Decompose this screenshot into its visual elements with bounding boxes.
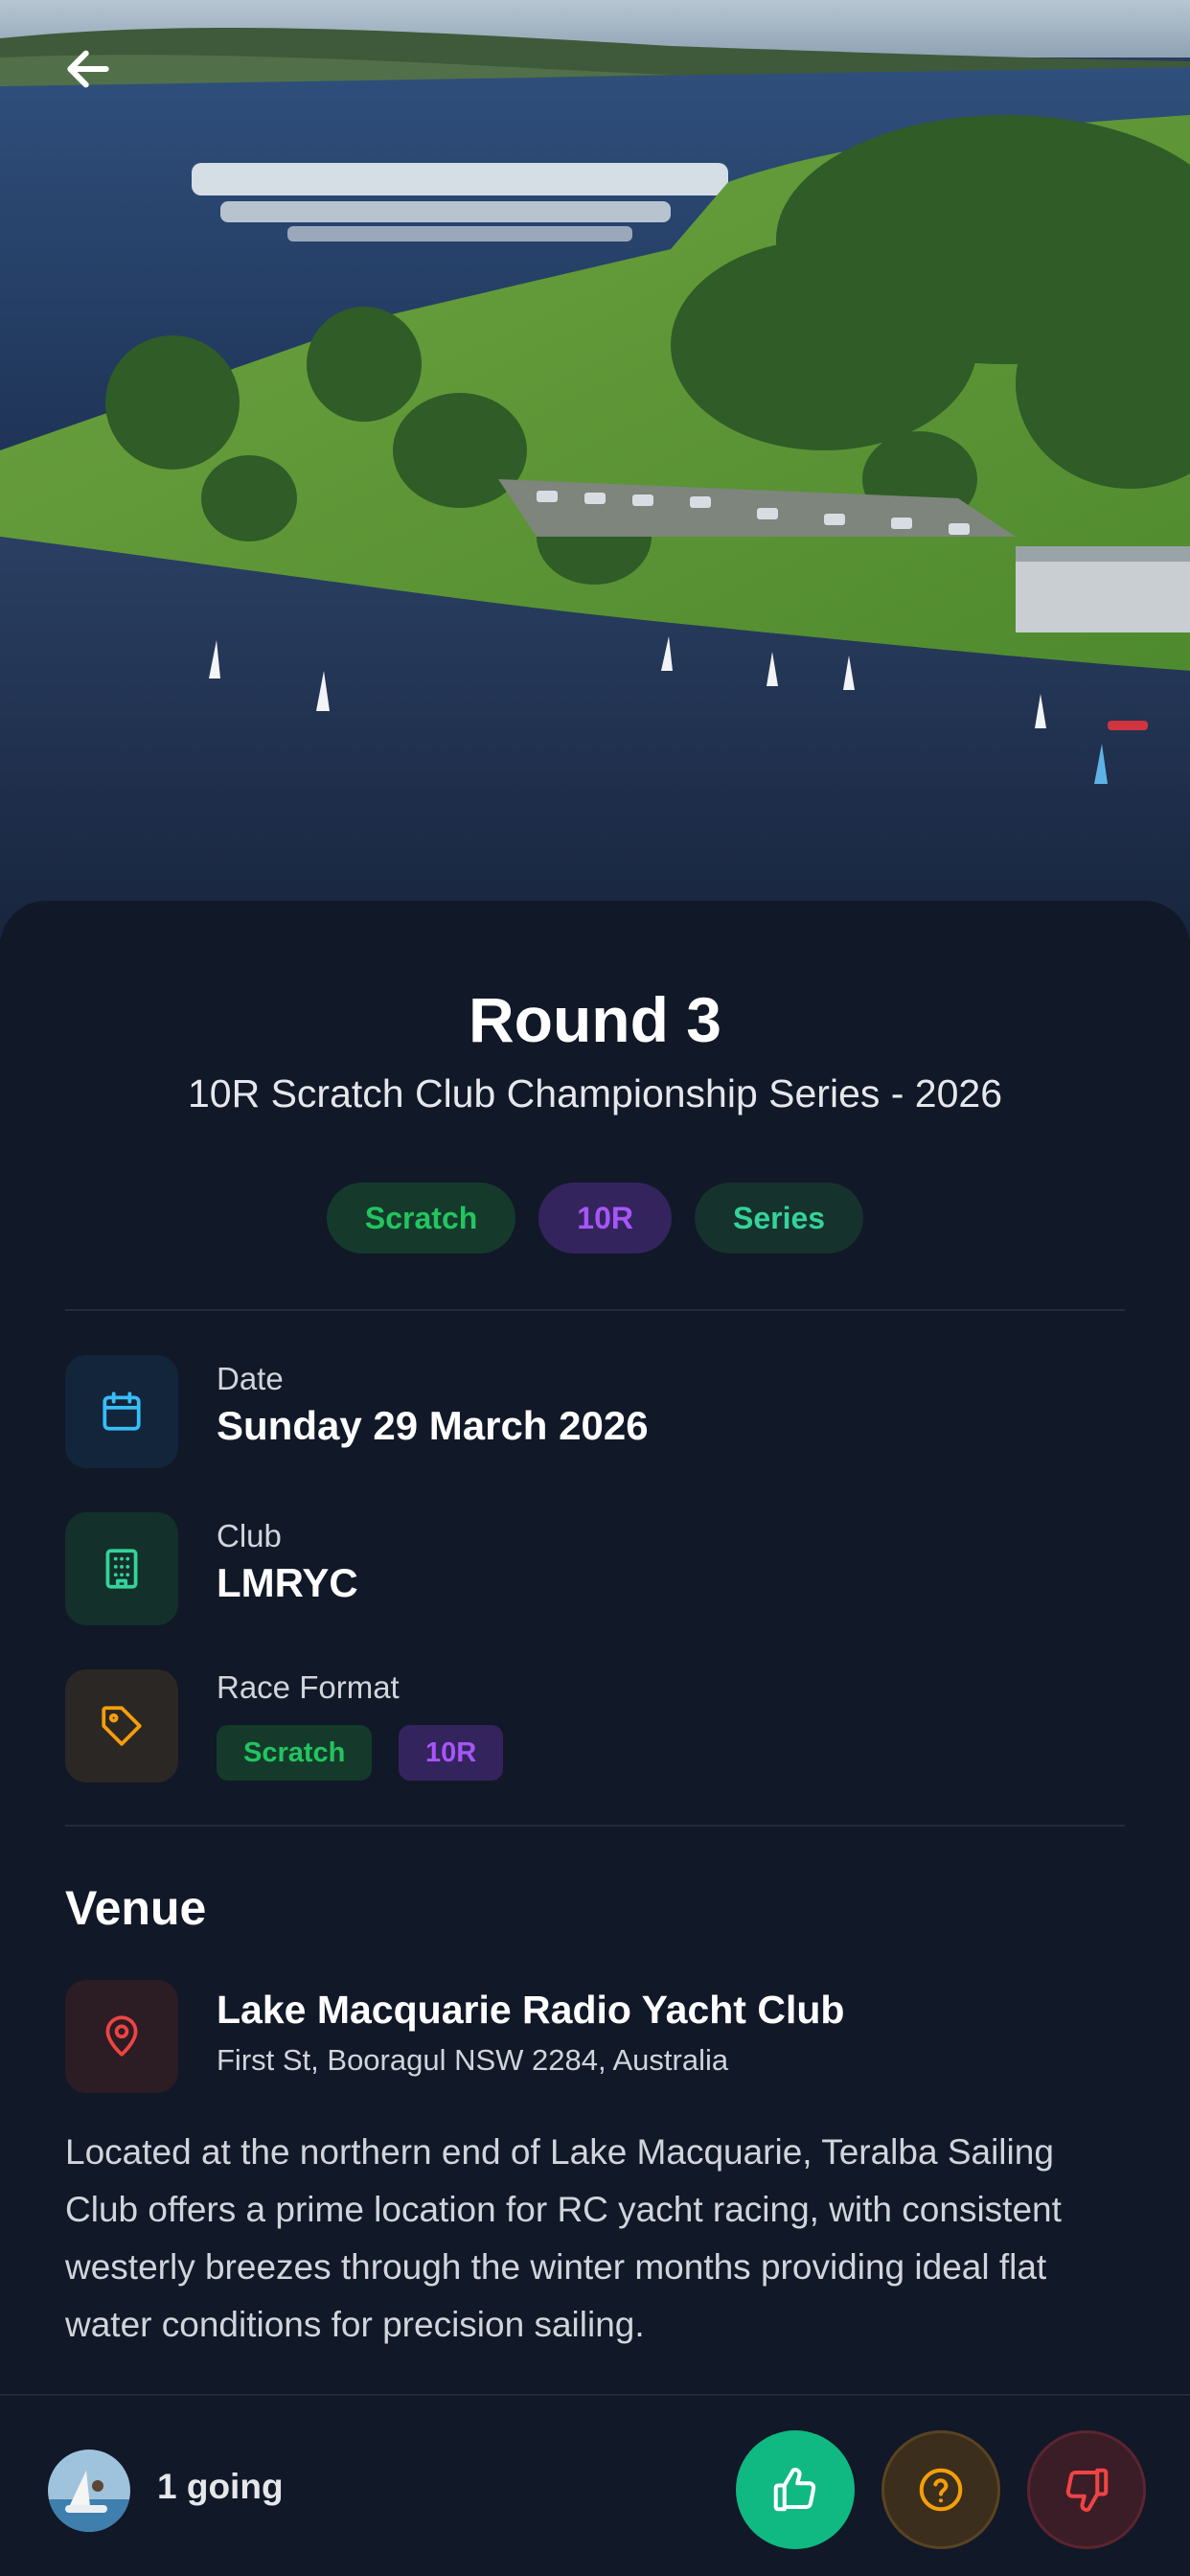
venue-address[interactable]: First St, Booragul NSW 2284, Australia	[217, 2043, 728, 2078]
map-pin-icon	[65, 1980, 178, 2093]
not-going-button[interactable]	[1027, 2430, 1146, 2549]
tag-chip: Scratch	[326, 1183, 516, 1254]
going-button[interactable]	[736, 2430, 855, 2549]
divider	[65, 1825, 1125, 1827]
format-chip: Scratch	[217, 1725, 373, 1781]
format-chip: 10R	[399, 1725, 504, 1781]
calendar-icon	[65, 1355, 178, 1468]
club-label: Club	[217, 1518, 282, 1553]
rsvp-bar: 1 going	[0, 2394, 1190, 2576]
tag-chip: 10R	[538, 1183, 672, 1254]
hero-image	[0, 0, 1190, 939]
maybe-button[interactable]	[881, 2430, 1000, 2549]
race-format-row: Race Format Scratch 10R	[65, 1669, 1125, 1782]
arrow-left-icon	[67, 50, 109, 88]
avatar	[48, 2450, 130, 2532]
date-label: Date	[217, 1361, 284, 1396]
question-circle-icon	[919, 2468, 963, 2512]
event-series: 10R Scratch Club Championship Series - 2…	[187, 1071, 1003, 1116]
going-count: 1 going	[157, 2467, 284, 2506]
event-detail-sheet: Round 3 10R Scratch Club Championship Se…	[0, 901, 1190, 2396]
thumbs-down-icon	[1065, 2468, 1109, 2512]
building-icon	[65, 1512, 178, 1625]
venue-name[interactable]: Lake Macquarie Radio Yacht Club	[217, 1988, 844, 2033]
date-value: Sunday 29 March 2026	[217, 1403, 649, 1448]
tag-icon	[65, 1669, 178, 1782]
race-format-label: Race Format	[217, 1669, 400, 1705]
event-tags: Scratch 10R Series	[0, 1183, 1190, 1254]
tag-chip: Series	[695, 1183, 864, 1254]
club-row: Club LMRYC	[65, 1512, 1125, 1625]
divider	[65, 1309, 1125, 1311]
club-value: LMRYC	[217, 1560, 358, 1605]
event-title: Round 3	[469, 984, 721, 1055]
thumbs-up-icon	[773, 2468, 816, 2512]
venue-description: Located at the northern end of Lake Macq…	[65, 2132, 1062, 2344]
venue-heading: Venue	[65, 1881, 207, 1935]
date-row: Date Sunday 29 March 2026	[65, 1355, 1125, 1468]
back-button[interactable]	[54, 34, 123, 104]
